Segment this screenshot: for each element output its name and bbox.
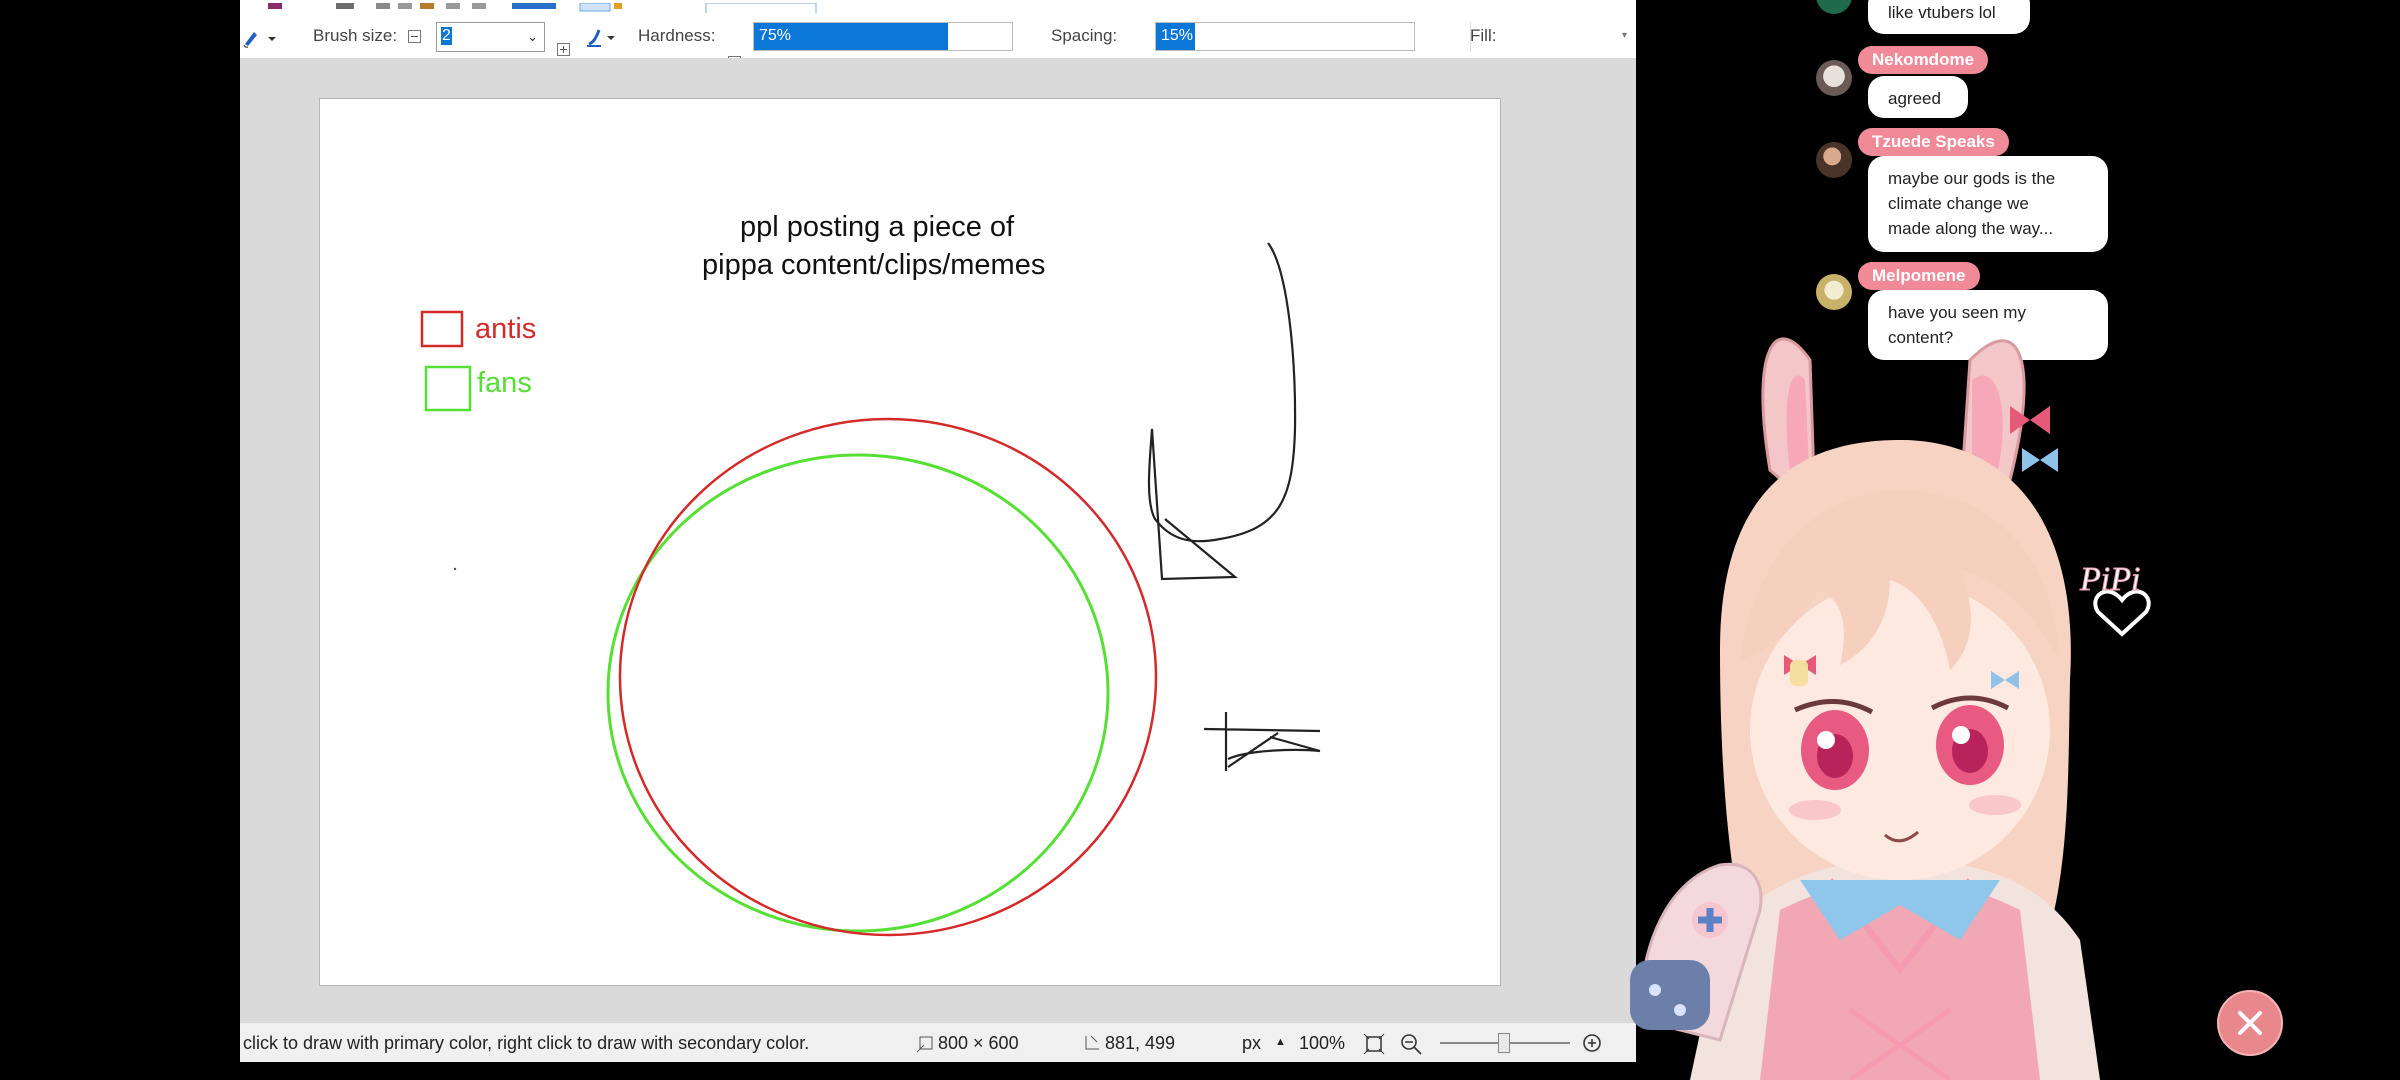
hardness-slider[interactable]: 75% (753, 22, 1013, 51)
status-hint: click to draw with primary color, right … (243, 1033, 810, 1053)
chat-text-line: maybe our gods is the (1888, 169, 2056, 188)
spacing-value: 15% (1161, 27, 1194, 44)
avatar[interactable] (1816, 142, 1852, 178)
chevron-down-icon[interactable]: ⌄ (527, 29, 538, 45)
chat-text: agreed (1888, 89, 1941, 108)
brush-size-label: Brush size: (313, 26, 398, 45)
chat-username[interactable]: Melpomene (1858, 262, 1980, 290)
chat-bubble: maybe our gods is the climate change we … (1868, 156, 2108, 252)
close-icon (2238, 1011, 2262, 1035)
chat-bubble: agreed (1868, 76, 1968, 118)
brush-size-value: 2 (441, 27, 452, 45)
scribble-hook (1147, 242, 1297, 581)
avatar[interactable] (1816, 0, 1852, 14)
chat-text: like vtubers lol (1888, 3, 1996, 22)
antis-circle (618, 417, 1158, 937)
fit-window-icon[interactable] (1363, 1033, 1385, 1060)
brush-size-input[interactable]: 2 ⌄ (436, 22, 545, 52)
chat-username[interactable]: Tzuede Speaks (1858, 128, 2009, 156)
hardness-value: 75% (759, 27, 792, 44)
canvas-title-line1: ppl posting a piece of (740, 211, 1015, 243)
avatar-logo-text: PiPi (2079, 561, 2140, 598)
canvas-dot (453, 567, 457, 571)
zoom-out-icon[interactable] (1400, 1033, 1424, 1062)
top-toolbar-icons (260, 0, 820, 18)
drawing-canvas[interactable]: ppl posting a piece of pippa content/cli… (319, 98, 1501, 986)
tool-options-bar: Brush size: 2 ⌄ Hardness: 75% Spacing: 1… (240, 0, 1636, 108)
canvas-workspace[interactable]: ppl posting a piece of pippa content/cli… (240, 58, 1636, 1022)
fans-legend-box (424, 365, 472, 412)
avatar[interactable] (1816, 274, 1852, 310)
units-dropdown-icon[interactable]: ▲ (1275, 1036, 1286, 1048)
zoom-slider-handle[interactable] (1498, 1033, 1510, 1053)
image-size: 800 × 600 (938, 1033, 1019, 1053)
zoom-level[interactable]: 100% (1299, 1033, 1345, 1054)
spacing-label: Spacing: (1051, 26, 1118, 45)
legend-antis-label: antis (475, 313, 537, 345)
cursor-position: 881, 499 (1105, 1033, 1176, 1053)
legend-fans-label: fans (477, 367, 532, 399)
chat-text-line: climate change we (1888, 194, 2029, 213)
image-size-icon (916, 1033, 936, 1058)
cursor-position-icon (1083, 1033, 1103, 1058)
brush-tool-icon[interactable] (242, 26, 278, 48)
antialiasing-icon[interactable] (585, 26, 615, 48)
chat-bubble: like vtubers lol (1868, 0, 2030, 34)
units-selector[interactable]: px (1242, 1033, 1261, 1054)
avatar[interactable] (1816, 60, 1852, 96)
fill-label: Fill: (1470, 26, 1497, 45)
status-bar: click to draw with primary color, right … (240, 1022, 1636, 1062)
hardness-label: Hardness: (638, 26, 716, 45)
vtuber-avatar: PiPi (1630, 337, 2151, 1080)
paint-window: Brush size: 2 ⌄ Hardness: 75% Spacing: 1… (240, 0, 1636, 1062)
close-overlay-button[interactable] (2217, 990, 2283, 1056)
chat-text-line: made along the way... (1888, 219, 2054, 238)
spacing-slider[interactable]: 15% (1155, 22, 1415, 51)
scribble-cross (1203, 712, 1321, 771)
canvas-title-line2: pippa content/clips/memes (702, 249, 1046, 281)
chat-username[interactable]: Nekomdome (1858, 46, 1989, 74)
brush-size-decrease-button[interactable] (408, 30, 421, 43)
antis-legend-box (420, 310, 464, 348)
toolbar-overflow-icon[interactable]: ▾ (1622, 30, 1627, 41)
brush-size-increase-button[interactable] (557, 43, 570, 56)
fans-circle (606, 453, 1110, 933)
